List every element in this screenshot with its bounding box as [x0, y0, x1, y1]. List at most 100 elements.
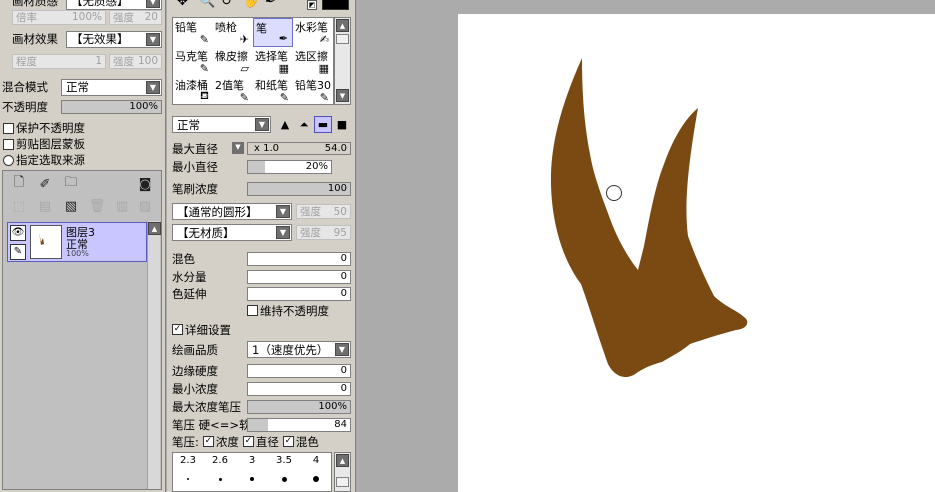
texture-strength-field[interactable]: 强度 20 [109, 9, 162, 25]
drawing-canvas[interactable] [458, 14, 935, 492]
primary-color-swatch[interactable] [322, 0, 349, 10]
min-size-row: 最小直径 20% [172, 158, 352, 175]
layer-thumbnail [30, 225, 62, 259]
water-row: 水分量 0 [172, 268, 352, 285]
pressure-hardness-slider[interactable]: 84 [247, 417, 351, 432]
new-linework-layer-icon[interactable]: ✐ [37, 176, 53, 192]
flatten-icon[interactable]: ▨ [137, 198, 153, 214]
rotate-icon[interactable]: ↻ [221, 0, 232, 9]
tool-4[interactable]: 水彩笔 ✍ [293, 18, 333, 47]
opacity-slider[interactable]: 100% [61, 100, 162, 114]
brush-size-dot[interactable] [281, 476, 287, 482]
scroll-up-icon[interactable]: ▲ [336, 454, 349, 467]
tool-1[interactable]: 铅笔 ✎ [173, 18, 213, 47]
pressure-hardness-fill [248, 418, 269, 431]
brush-size-presets: 2.3 2.6 3 3.5 4 [172, 452, 332, 492]
brush-size-label[interactable]: 2.3 [173, 455, 203, 466]
effect-dropdown[interactable]: 【无效果】 ▼ [66, 30, 162, 48]
min-size-slider[interactable]: 20% [247, 159, 332, 174]
layer-mask-icon[interactable]: ◙ [137, 176, 153, 192]
eyedropper-icon[interactable]: ✒ [265, 0, 276, 9]
brush-shape-sharp-icon[interactable]: ▲ [276, 116, 294, 133]
tool-12[interactable]: 铅笔30 ✎ [293, 76, 333, 104]
water-slider[interactable]: 0 [247, 269, 351, 284]
brush-size-dot[interactable] [250, 477, 254, 481]
protect-opacity-checkbox[interactable] [3, 122, 14, 134]
blend-mode-dropdown[interactable]: 正常 ▼ [61, 78, 162, 96]
max-size-field[interactable]: x 1.0 54.0 [247, 142, 351, 155]
max-size-multiplier-button[interactable]: ▼ [232, 142, 244, 154]
eye-icon[interactable]: 👁 [10, 225, 26, 241]
clip-mask-checkbox[interactable] [3, 138, 14, 150]
pressure-blend-label: 混色 [295, 434, 319, 449]
delete-layer-icon[interactable]: 🗑 [89, 198, 106, 214]
move-icon[interactable]: ✥ [177, 0, 188, 9]
tool-6[interactable]: 橡皮擦 ▱ [213, 47, 253, 76]
tool-icon: ▦ [318, 62, 329, 75]
merge-down-icon[interactable]: ▤ [37, 198, 53, 214]
scroll-up-icon[interactable]: ▲ [336, 19, 349, 32]
brush-shape-flat-icon[interactable]: ■ [333, 116, 351, 133]
layer-scrollbar[interactable]: ▲ [147, 221, 161, 489]
brush-size-scrollbar[interactable]: ▲ [334, 452, 351, 492]
tool-2[interactable]: 喷枪 ✈ [213, 18, 253, 47]
tool-8[interactable]: 选区擦 ▦ [293, 47, 333, 76]
canvas-workspace[interactable] [357, 0, 935, 492]
scroll-up-icon[interactable]: ▲ [148, 222, 161, 235]
texture-strength-field[interactable]: 强度 95 [296, 225, 351, 240]
effect-strength-field[interactable]: 强度 100 [109, 53, 162, 69]
tool-9[interactable]: 油漆桶 ⛾ [173, 76, 213, 104]
degree-field[interactable]: 程度 1 [12, 53, 106, 69]
brush-size-label[interactable]: 2.6 [205, 455, 235, 466]
pen-lock-icon[interactable]: ✎ [10, 244, 26, 260]
pressure-blend-checkbox[interactable]: ✓ [282, 436, 294, 447]
layer-item[interactable]: 👁 ✎ 图层3 正常 100% [7, 222, 147, 262]
brush-size-dot[interactable] [187, 478, 189, 480]
scroll-down-icon[interactable]: ▼ [336, 89, 349, 102]
hand-icon[interactable]: ✋ [243, 0, 259, 9]
new-layer-icon[interactable]: 🗋 [11, 175, 27, 192]
transfer-down-icon[interactable]: ⬚ [11, 198, 27, 214]
pressure-size-checkbox[interactable]: ✓ [242, 436, 254, 447]
brush-size-label[interactable]: 4 [301, 455, 331, 466]
brush-size-label[interactable]: 3 [237, 455, 267, 466]
tool-3[interactable]: 笔 ✒ [253, 18, 293, 47]
select-source-radio[interactable] [3, 154, 14, 166]
brush-mode-dropdown[interactable]: 正常 ▼ [172, 116, 271, 133]
brush-texture-dropdown[interactable]: 【无材质】 ▼ [172, 224, 292, 241]
pressure-density-checkbox[interactable]: ✓ [202, 436, 214, 447]
clear-layer-icon[interactable]: ▧ [63, 198, 79, 214]
quality-dropdown[interactable]: 1（速度优先） ▼ [247, 341, 351, 358]
scroll-thumb[interactable] [336, 477, 349, 487]
keep-opacity-checkbox[interactable] [247, 305, 258, 316]
scale-field[interactable]: 倍率 100% [12, 9, 106, 25]
tool-10[interactable]: 2值笔 ✎ [213, 76, 253, 104]
stretch-row: 色延伸 0 [172, 285, 352, 302]
scroll-thumb[interactable] [336, 34, 349, 44]
color-swap-icon[interactable]: ◩ [307, 0, 317, 10]
mix-slider[interactable]: 0 [247, 251, 351, 266]
brush-shape-soft-icon[interactable]: ▬ [314, 116, 332, 133]
brush-size-label[interactable]: 3.5 [269, 455, 299, 466]
stretch-slider[interactable]: 0 [247, 286, 351, 301]
zoom-icon[interactable]: 🔍 [199, 0, 215, 9]
merge-visible-icon[interactable]: ▥ [114, 198, 130, 214]
shape-row: 【通常的圆形】 ▼ 强度 50 [172, 203, 352, 220]
opacity-row: 不透明度 100% [0, 98, 166, 116]
brush-shape-dropdown[interactable]: 【通常的圆形】 ▼ [172, 203, 292, 220]
new-folder-icon[interactable]: 🗀 [63, 175, 79, 192]
brush-size-dot[interactable] [218, 477, 222, 481]
tool-11[interactable]: 和纸笔 ✎ [253, 76, 293, 104]
detail-settings-checkbox[interactable]: ✓ [172, 324, 183, 335]
edge-slider[interactable]: 0 [247, 363, 351, 378]
shape-strength-field[interactable]: 强度 50 [296, 204, 351, 219]
tool-5[interactable]: 马克笔 ✎ [173, 47, 213, 76]
max-density-pressure-slider[interactable]: 100% [247, 399, 351, 414]
tool-grid-scrollbar[interactable]: ▲ ▼ [334, 17, 351, 105]
density-slider[interactable]: 100 [247, 181, 351, 196]
brush-shape-medium-icon[interactable]: ⏶ [295, 116, 313, 133]
tool-7[interactable]: 选择笔 ▦ [253, 47, 293, 76]
min-density-slider[interactable]: 0 [247, 381, 351, 396]
select-source-label: 指定选取来源 [16, 153, 85, 167]
brush-size-dot[interactable] [313, 476, 319, 482]
